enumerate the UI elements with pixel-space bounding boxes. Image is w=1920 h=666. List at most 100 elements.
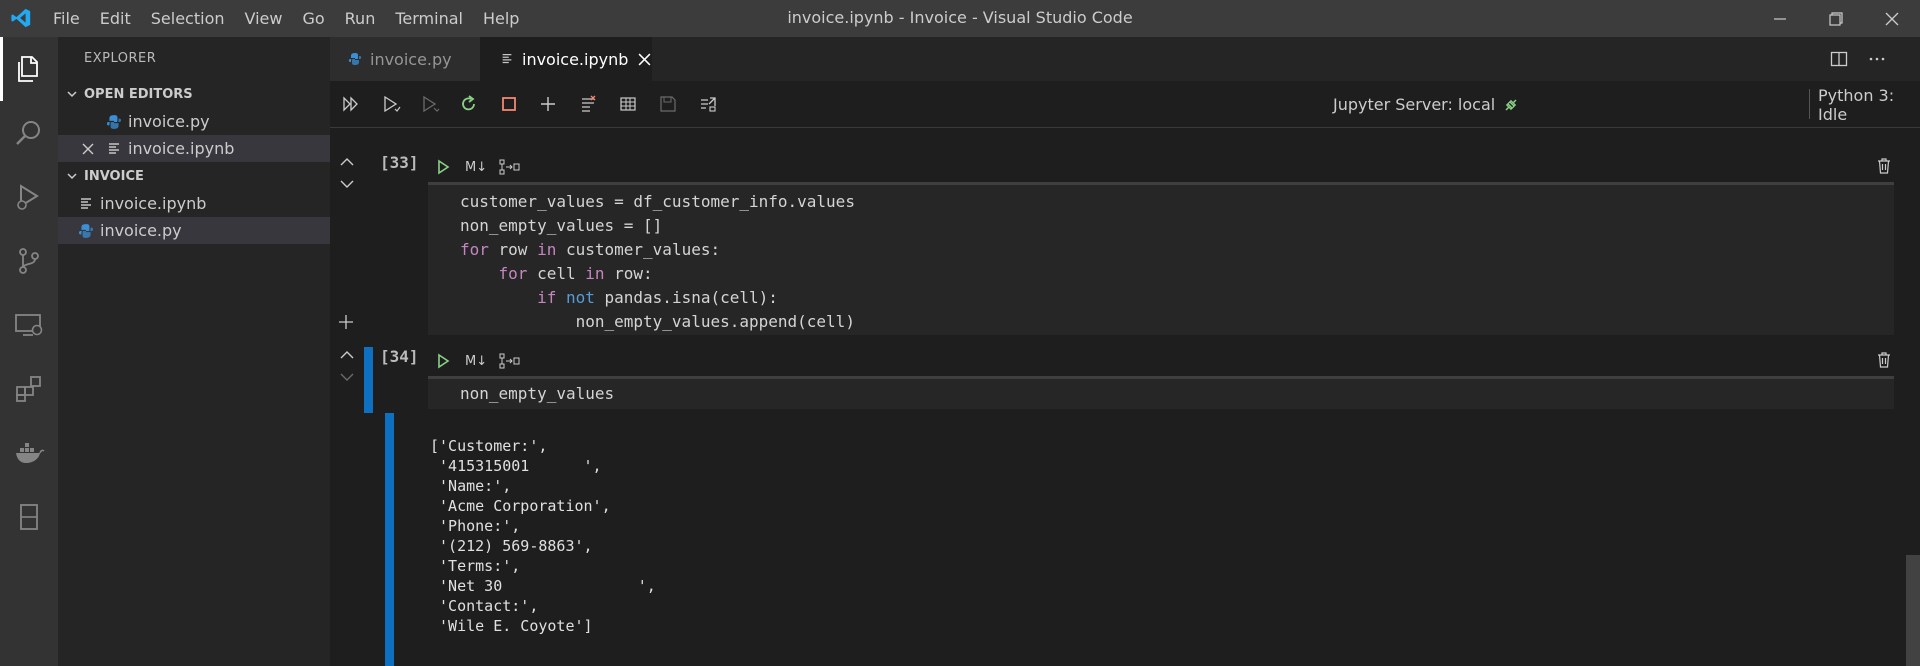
file-item[interactable]: invoice.py: [58, 217, 330, 244]
menu-file[interactable]: File: [43, 9, 90, 28]
code-cell-editor[interactable]: customer_values = df_customer_info.value…: [428, 182, 1894, 335]
chevron-down-icon: [67, 91, 77, 98]
run-above-button[interactable]: [380, 93, 402, 115]
open-editors-section[interactable]: OPEN EDITORS: [58, 81, 330, 107]
split-cell-icon[interactable]: [499, 352, 521, 370]
python-file-icon: [107, 114, 121, 129]
keyword: if: [537, 288, 557, 307]
file-item[interactable]: invoice.ipynb: [58, 190, 330, 217]
open-editor-item[interactable]: invoice.ipynb: [58, 135, 330, 162]
python-file-icon: [348, 53, 362, 65]
cell-execution-count: [34]: [380, 347, 419, 366]
save-icon: [660, 96, 676, 112]
sidebar-title: EXPLORER: [84, 51, 157, 66]
menu-go[interactable]: Go: [292, 9, 334, 28]
code-line: if not pandas.isna(cell):: [537, 288, 778, 307]
extensions-icon: [16, 376, 41, 402]
menu-run[interactable]: Run: [335, 9, 386, 28]
clear-outputs-button[interactable]: [577, 93, 599, 115]
cell-execution-count: [33]: [380, 153, 419, 172]
restore-button[interactable]: [1808, 0, 1864, 37]
delete-cell-icon[interactable]: [1876, 351, 1892, 369]
markdown-toggle[interactable]: M↓: [465, 354, 487, 369]
markdown-toggle[interactable]: M↓: [465, 160, 487, 175]
export-button[interactable]: [697, 93, 719, 115]
file-label: invoice.ipynb: [100, 194, 207, 213]
connected-plug-icon: [1505, 98, 1517, 111]
run-cell-icon[interactable]: [435, 159, 451, 175]
extensions-activity[interactable]: [0, 357, 58, 421]
jupyter-server-label: Jupyter Server: local: [1333, 95, 1496, 114]
notebook-file-icon: [81, 197, 91, 209]
menu-terminal[interactable]: Terminal: [385, 9, 473, 28]
add-cell-button[interactable]: [537, 93, 559, 115]
editor-scrollbar[interactable]: [1906, 555, 1920, 666]
plus-icon: [541, 97, 555, 111]
tab-label: invoice.ipynb: [522, 49, 629, 69]
activity-bar: [0, 37, 58, 666]
code-cell-editor[interactable]: non_empty_values: [428, 376, 1894, 409]
code-line: non_empty_values = []: [460, 216, 663, 235]
source-control-icon: [19, 248, 39, 274]
invoice-folder-section[interactable]: INVOICE: [58, 163, 330, 189]
split-cell-icon[interactable]: [499, 158, 521, 176]
split-editor-icon[interactable]: [1830, 50, 1848, 68]
open-editor-label: invoice.ipynb: [128, 139, 235, 158]
remote-explorer-icon: [15, 314, 43, 336]
add-cell-icon[interactable]: [336, 312, 356, 332]
menu-view[interactable]: View: [235, 9, 293, 28]
move-cell-up-icon[interactable]: [338, 348, 356, 362]
run-all-cells-button[interactable]: [340, 93, 362, 115]
toolbar-separator: [1809, 89, 1810, 119]
delete-cell-icon[interactable]: [1876, 157, 1892, 175]
code-line: for row in customer_values:: [460, 240, 721, 259]
minimize-button[interactable]: [1752, 0, 1808, 37]
run-all-icon: [343, 96, 358, 112]
run-below-button[interactable]: [419, 93, 441, 115]
explorer-activity[interactable]: [0, 37, 58, 101]
move-cell-down-icon[interactable]: [338, 370, 356, 384]
docker-activity[interactable]: [0, 421, 58, 485]
search-icon: [16, 121, 40, 145]
remote-explorer-activity[interactable]: [0, 293, 58, 357]
run-above-icon: [384, 95, 401, 113]
menu-help[interactable]: Help: [473, 9, 529, 28]
cell-toolbar: M↓: [435, 351, 521, 371]
restart-kernel-button[interactable]: [458, 93, 480, 115]
kernel-status[interactable]: Python 3: Idle: [1818, 81, 1920, 128]
code-line: customer_values = df_customer_info.value…: [460, 192, 855, 211]
run-cell-icon[interactable]: [435, 353, 451, 369]
files-icon: [18, 56, 38, 82]
close-icon: [1885, 12, 1899, 25]
notebook-activity[interactable]: [0, 485, 58, 549]
move-cell-down-icon[interactable]: [338, 177, 356, 191]
keyword: in: [585, 264, 605, 283]
interrupt-kernel-button[interactable]: [498, 93, 520, 115]
open-editor-item[interactable]: invoice.py: [58, 108, 330, 135]
variables-button[interactable]: [617, 93, 639, 115]
notebook-file-icon: [502, 54, 512, 64]
restart-icon: [462, 95, 475, 111]
save-button[interactable]: [657, 93, 679, 115]
menu-edit[interactable]: Edit: [90, 9, 141, 28]
move-cell-up-icon[interactable]: [338, 155, 356, 169]
menu-selection[interactable]: Selection: [141, 9, 235, 28]
close-window-button[interactable]: [1864, 0, 1920, 37]
clear-all-icon: [582, 95, 596, 112]
chevron-down-icon: [67, 173, 77, 180]
run-debug-activity[interactable]: [0, 165, 58, 229]
tab-invoice-ipynb-content[interactable]: invoice.ipynb: [480, 37, 652, 81]
keyword: not: [565, 288, 595, 307]
editor-tab-bar: invoice.py invoice.ipynb: [330, 37, 1920, 81]
cell-output: ['Customer:', '415315001 ', 'Name:', 'Ac…: [430, 437, 656, 635]
search-activity[interactable]: [0, 101, 58, 165]
open-editors-label: OPEN EDITORS: [84, 86, 193, 102]
close-tab-icon[interactable]: [638, 53, 651, 66]
selected-cell-indicator: [364, 347, 373, 413]
close-icon[interactable]: [82, 143, 94, 155]
jupyter-server-status[interactable]: Jupyter Server: local: [1333, 81, 1519, 128]
source-control-activity[interactable]: [0, 229, 58, 293]
tab-invoice-py[interactable]: invoice.py: [330, 37, 480, 81]
code-line: non_empty_values.append(cell): [460, 312, 855, 331]
more-actions-icon[interactable]: [1868, 50, 1886, 68]
